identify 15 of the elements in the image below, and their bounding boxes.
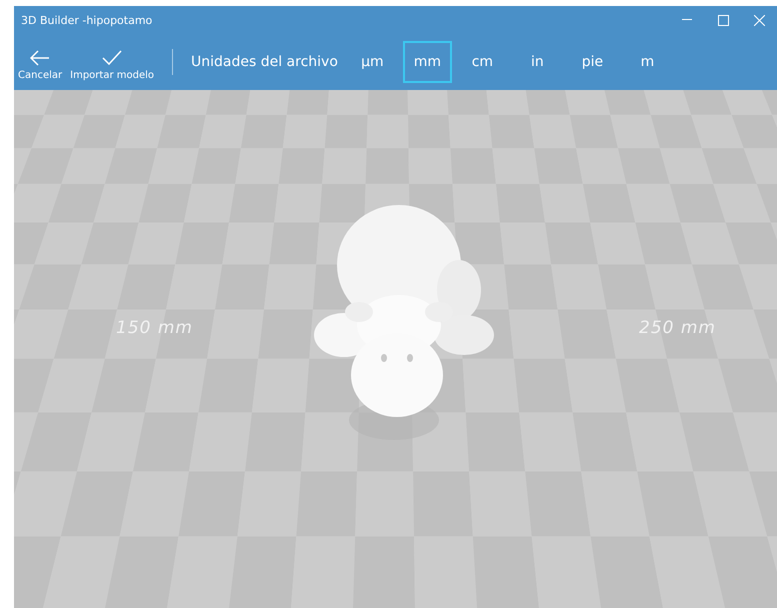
cancel-button[interactable]: Cancelar [14, 50, 66, 80]
back-arrow-icon [30, 50, 50, 66]
window-title: 3D Builder -hipopotamo [20, 14, 154, 26]
unit-option[interactable]: pie [568, 41, 617, 83]
unit-option[interactable]: mm [402, 41, 452, 83]
import-button[interactable]: Importar modelo [66, 50, 158, 80]
maximize-icon [718, 14, 728, 26]
checkmark-icon [102, 50, 122, 66]
unit-option[interactable]: in [512, 41, 562, 83]
unit-option[interactable]: m [622, 41, 672, 83]
minimize-icon [682, 19, 692, 21]
unit-option[interactable]: µm [348, 41, 397, 83]
unit-option[interactable]: cm [458, 41, 507, 83]
units-label: Unidades del archivo [191, 54, 338, 70]
close-icon [754, 14, 764, 26]
